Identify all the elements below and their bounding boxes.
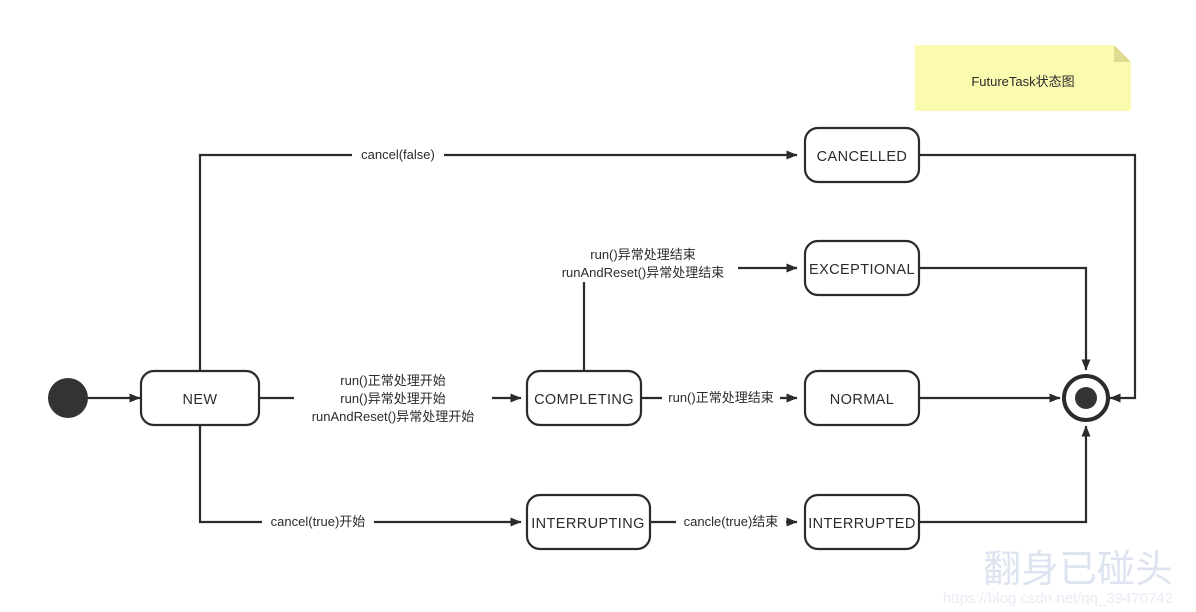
edge-label-cancle-true-end-text: cancle(true)结束	[684, 514, 779, 529]
edge-label-completing-to-exceptional-line1: run()异常处理结束	[590, 247, 695, 262]
edge-label-cancel-false-text: cancel(false)	[361, 147, 435, 162]
edge-label-completing-to-normal-text: run()正常处理结束	[668, 390, 773, 405]
title-note-label: FutureTask状态图	[971, 74, 1074, 89]
state-exceptional[interactable]: EXCEPTIONAL	[803, 239, 921, 297]
state-interrupting[interactable]: INTERRUPTING	[525, 493, 652, 551]
state-new[interactable]: NEW	[139, 369, 261, 427]
title-note: FutureTask状态图	[915, 45, 1131, 111]
edge-label-new-to-completing: run()正常处理开始 run()异常处理开始 runAndReset()异常处…	[294, 369, 492, 425]
state-completing[interactable]: COMPLETING	[525, 369, 643, 427]
edge-label-completing-to-exceptional: run()异常处理结束 runAndReset()异常处理结束	[548, 244, 738, 282]
state-cancelled-label: CANCELLED	[817, 149, 908, 165]
watermark-url: https://blog.csdn.net/qq_39470742	[943, 590, 1173, 607]
state-normal[interactable]: NORMAL	[803, 369, 921, 427]
edge-label-new-to-completing-line1: run()正常处理开始	[340, 373, 445, 388]
state-interrupting-label: INTERRUPTING	[531, 516, 645, 532]
edge-completing-to-exceptional	[582, 263, 798, 371]
state-diagram-canvas: cancel(false) run()正常处理开始 run()异常处理开始 ru…	[0, 0, 1196, 612]
edge-cancelled-to-end	[919, 153, 1137, 403]
edge-label-completing-to-normal: run()正常处理结束	[662, 389, 780, 407]
edge-new-to-interrupting	[198, 425, 522, 527]
edge-interrupted-to-end	[919, 425, 1091, 524]
state-interrupted-label: INTERRUPTED	[808, 516, 916, 532]
edge-exceptional-to-end	[919, 266, 1091, 371]
state-exceptional-label: EXCEPTIONAL	[809, 262, 915, 278]
edge-label-cancel-false: cancel(false)	[352, 146, 444, 164]
state-completing-label: COMPLETING	[534, 392, 634, 408]
state-interrupted[interactable]: INTERRUPTED	[803, 493, 921, 551]
state-normal-label: NORMAL	[830, 392, 894, 408]
watermark-text: 翻身已碰头	[983, 549, 1173, 591]
edge-label-cancle-true-end: cancle(true)结束	[676, 513, 786, 531]
start-node	[48, 378, 88, 418]
edge-label-completing-to-exceptional-line2: runAndReset()异常处理结束	[562, 265, 725, 280]
edge-label-cancel-true-start: cancel(true)开始	[262, 513, 374, 531]
edge-label-cancel-true-start-text: cancel(true)开始	[271, 514, 366, 529]
end-node	[1062, 374, 1110, 422]
edge-label-new-to-completing-line2: run()异常处理开始	[340, 391, 445, 406]
edge-label-new-to-completing-line3: runAndReset()异常处理开始	[312, 409, 475, 424]
state-cancelled[interactable]: CANCELLED	[803, 126, 921, 184]
state-new-label: NEW	[182, 392, 217, 408]
